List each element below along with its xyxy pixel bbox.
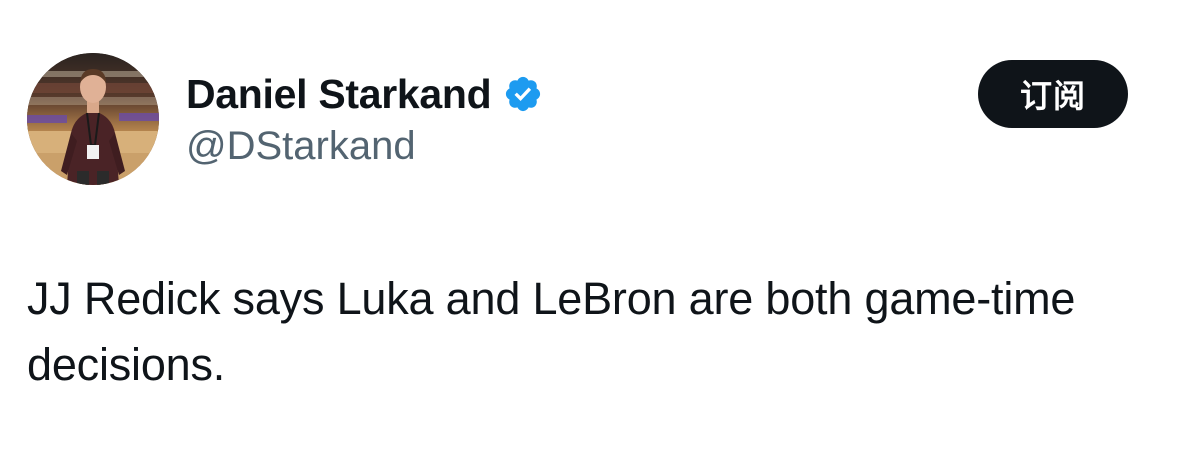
author-name-row: Daniel Starkand — [186, 70, 543, 118]
avatar-photo-icon — [27, 53, 159, 185]
author-avatar[interactable] — [27, 53, 159, 185]
verified-badge-icon[interactable] — [503, 74, 543, 114]
tweet-card: Daniel Starkand @DStarkand 订阅 JJ Redick … — [0, 0, 1179, 456]
subscribe-button[interactable]: 订阅 — [978, 60, 1128, 128]
author-display-name[interactable]: Daniel Starkand — [186, 71, 492, 118]
tweet-body-text: JJ Redick says Luka and LeBron are both … — [27, 273, 1076, 390]
author-handle[interactable]: @DStarkand — [186, 124, 416, 169]
